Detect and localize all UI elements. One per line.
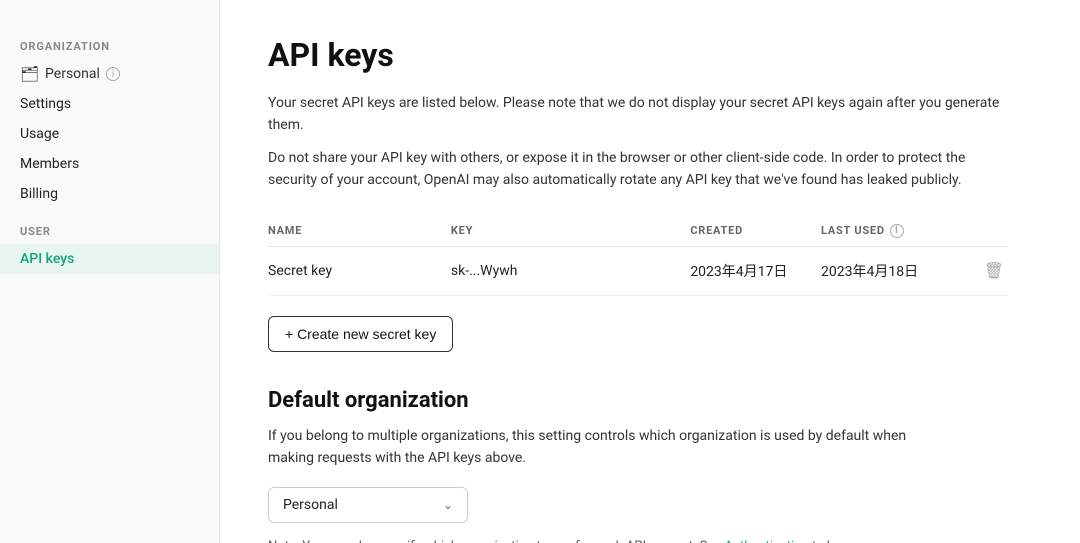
- user-section-label: USER: [0, 209, 219, 244]
- default-org-title: Default organization: [268, 388, 1032, 413]
- sidebar-item-billing[interactable]: Billing: [0, 179, 219, 209]
- key-lastused-cell: 2023年4月18日: [821, 246, 969, 295]
- members-label: Members: [20, 156, 79, 172]
- sidebar-item-usage[interactable]: Usage: [0, 119, 219, 149]
- authentication-link[interactable]: Authentication: [724, 539, 808, 543]
- last-used-info-icon[interactable]: i: [890, 224, 904, 238]
- key-value-cell: sk-...Wywh: [451, 246, 690, 295]
- key-delete-cell: 🗑: [969, 246, 1008, 295]
- org-row: 🗂 Personal i: [0, 59, 219, 89]
- col-header-key: KEY: [451, 216, 690, 247]
- api-keys-table: NAME KEY CREATED LAST USED i S: [268, 216, 1008, 296]
- key-created-cell: 2023年4月17日: [690, 246, 821, 295]
- note-after-link: to learn more.: [809, 539, 892, 543]
- org-dropdown[interactable]: Personal ⌄: [268, 487, 468, 523]
- briefcase-icon: 🗂: [20, 65, 39, 83]
- org-name: Personal: [45, 66, 100, 82]
- key-name-cell: Secret key: [268, 246, 451, 295]
- note-text: Note: You can also specify which organiz…: [268, 537, 948, 543]
- create-secret-key-button[interactable]: + Create new secret key: [268, 316, 453, 352]
- sidebar-item-settings[interactable]: Settings: [0, 89, 219, 119]
- sidebar-item-members[interactable]: Members: [0, 149, 219, 179]
- sidebar: ORGANIZATION 🗂 Personal i Settings Usage…: [0, 0, 220, 543]
- description-2: Do not share your API key with others, o…: [268, 147, 1008, 192]
- sidebar-item-api-keys[interactable]: API keys: [0, 244, 219, 274]
- org-section-label: ORGANIZATION: [0, 24, 219, 59]
- col-header-name: NAME: [268, 216, 451, 247]
- col-header-last-used: LAST USED i: [821, 216, 969, 247]
- col-header-action: [969, 216, 1008, 247]
- col-header-created: CREATED: [690, 216, 821, 247]
- chevron-down-icon: ⌄: [443, 498, 453, 512]
- note-before-link: Note: You can also specify which organiz…: [268, 539, 724, 543]
- api-keys-label: API keys: [20, 251, 74, 267]
- settings-label: Settings: [20, 96, 71, 112]
- default-org-desc: If you belong to multiple organizations,…: [268, 425, 948, 470]
- usage-label: Usage: [20, 126, 59, 142]
- delete-key-button[interactable]: 🗑: [980, 259, 1008, 282]
- table-row: Secret key sk-...Wywh 2023年4月17日 2023年4月…: [268, 246, 1008, 295]
- main-content: API keys Your secret API keys are listed…: [220, 0, 1080, 543]
- description-1: Your secret API keys are listed below. P…: [268, 92, 1008, 137]
- billing-label: Billing: [20, 186, 58, 202]
- org-dropdown-value: Personal: [283, 497, 338, 513]
- org-info-icon[interactable]: i: [106, 67, 120, 81]
- page-title: API keys: [268, 36, 1032, 74]
